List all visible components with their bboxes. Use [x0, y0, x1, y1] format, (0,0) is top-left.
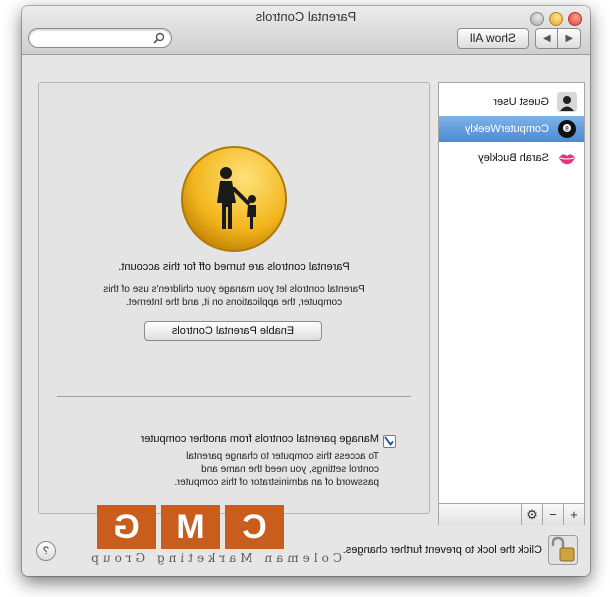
divider [57, 396, 411, 397]
svg-text:8: 8 [565, 126, 569, 133]
parental-controls-panel: Parental controls are turned off for thi… [38, 82, 430, 514]
enable-parental-controls-button[interactable]: Enable Parental Controls [144, 321, 322, 341]
gear-icon[interactable]: ⚙ [521, 504, 542, 525]
status-headline: Parental controls are turned off for thi… [118, 261, 350, 273]
user-name: ComputerWeekly [464, 123, 549, 135]
user-item-computerweekly[interactable]: 8 ComputerWeekly [439, 116, 584, 142]
toolbar: Parental Controls ◀ ▶ Show All [22, 6, 590, 55]
user-list-toolbar: + − ⚙ [439, 503, 584, 525]
user-name: Guest User [493, 96, 549, 108]
parental-controls-window: Parental Controls ◀ ▶ Show All Guest Use… [22, 6, 590, 576]
watermark-letter: M [161, 505, 220, 549]
eight-ball-icon: 8 [558, 120, 576, 138]
remote-manage-description: To access this computer to change parent… [174, 451, 379, 488]
parental-controls-icon [181, 146, 287, 252]
search-input[interactable] [33, 30, 149, 47]
lock-status-text: Click the lock to prevent further change… [342, 544, 542, 556]
remote-manage-checkbox[interactable] [383, 435, 396, 448]
user-name: Sarah Buckley [478, 152, 549, 164]
watermark-text: Coleman Marketing Group [87, 551, 342, 565]
add-user-button[interactable]: + [563, 504, 584, 525]
watermark-logo: C M G [97, 505, 284, 549]
forward-button[interactable]: ▶ [536, 29, 559, 48]
user-item-guest[interactable]: Guest User [439, 89, 584, 115]
person-silhouette-icon [557, 92, 577, 112]
remove-user-button[interactable]: − [542, 504, 563, 525]
watermark-letter: C [225, 505, 284, 549]
window-title: Parental Controls [255, 9, 357, 24]
search-icon [153, 32, 165, 44]
search-field[interactable] [28, 28, 172, 48]
nav-button-group: ◀ ▶ [535, 28, 581, 49]
show-all-button[interactable]: Show All [457, 28, 529, 49]
status-description: Parental controls let you manage your ch… [103, 284, 365, 308]
lips-icon [557, 148, 577, 168]
lock-icon[interactable] [548, 535, 578, 565]
user-list: Guest User 8 ComputerWeekly Sarah Buckle… [438, 82, 585, 525]
user-item-sarah-buckley[interactable]: Sarah Buckley [439, 145, 584, 171]
remote-manage-title: Manage parental controls from another co… [140, 433, 379, 445]
back-button[interactable]: ◀ [559, 29, 581, 48]
checkmark-icon [384, 436, 394, 446]
watermark-letter: G [97, 505, 156, 549]
